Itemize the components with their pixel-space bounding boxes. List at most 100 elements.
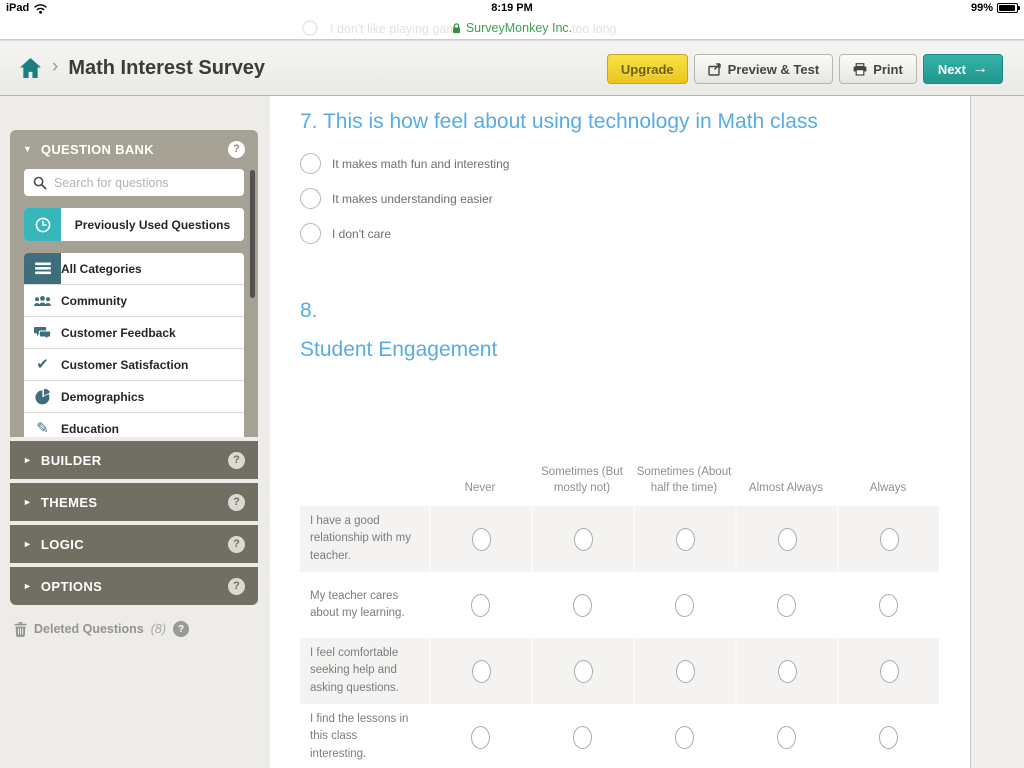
radio-button[interactable] [572, 725, 592, 749]
category-item-all-categories[interactable]: All Categories [24, 253, 244, 285]
radio-button[interactable] [470, 593, 490, 617]
chevron-icon: › [52, 55, 59, 77]
print-button-label: Print [873, 61, 903, 77]
radio-button[interactable] [300, 223, 321, 244]
screen: iPad 8:19 PM 99% I don't like playing ga… [0, 0, 1024, 768]
upgrade-button[interactable]: Upgrade [606, 54, 688, 84]
question-bank-panel: ▼ QUESTION BANK ? Search for questions P… [10, 130, 258, 437]
radio-button[interactable] [777, 527, 797, 551]
answer-option[interactable]: It makes math fun and interesting [300, 153, 509, 174]
question-8-title[interactable]: Student Engagement [300, 338, 497, 362]
upgrade-button-label: Upgrade [620, 61, 674, 77]
category-label: All Categories [61, 261, 142, 276]
sidebar-accordion: ► BUILDER ? ► THEMES ? ► LOGIC ? ► OPTIO… [10, 441, 258, 605]
section-builder[interactable]: ► BUILDER ? [10, 441, 258, 479]
radio-button[interactable] [674, 725, 694, 749]
matrix-column-header: Sometimes (About half the time) [636, 465, 732, 495]
address-bar[interactable]: SurveyMonkey Inc. [0, 21, 1024, 35]
question-bank-search [24, 169, 244, 196]
previously-used-questions-label: Previously Used Questions [74, 217, 231, 232]
previously-used-questions-item[interactable]: Previously Used Questions [24, 208, 244, 241]
section-label: THEMES [40, 494, 98, 510]
category-label: Customer Satisfaction [61, 357, 189, 372]
pencil-icon: ✎ [24, 413, 61, 437]
section-label: LOGIC [40, 536, 85, 552]
search-icon [33, 176, 47, 190]
radio-button[interactable] [471, 527, 491, 551]
pencil-glyph: ✎ [36, 420, 49, 437]
radio-button[interactable] [674, 593, 694, 617]
category-item-demographics[interactable]: Demographics [24, 381, 244, 413]
radio-button[interactable] [675, 527, 695, 551]
matrix-cell [429, 704, 531, 768]
help-icon[interactable]: ? [173, 621, 190, 637]
matrix-cell [837, 572, 939, 638]
question-8-number[interactable]: 8. [300, 299, 318, 323]
deleted-questions[interactable]: Deleted Questions (8) ? [10, 621, 258, 637]
printer-icon [853, 62, 867, 76]
radio-button[interactable] [470, 725, 490, 749]
matrix-cell [735, 638, 837, 704]
matrix-cell [633, 704, 735, 768]
speech-bubbles-icon [24, 317, 61, 348]
matrix-row: I find the lessons in this class interes… [300, 704, 939, 768]
help-icon[interactable]: ? [228, 140, 245, 158]
clock-label: 8:19 PM [491, 2, 533, 14]
search-input[interactable] [54, 175, 235, 190]
matrix-cell [837, 704, 939, 768]
help-icon[interactable]: ? [228, 535, 245, 553]
radio-button[interactable] [879, 659, 899, 683]
radio-button[interactable] [878, 725, 898, 749]
matrix-cell [531, 704, 633, 768]
radio-button[interactable] [776, 593, 796, 617]
category-item-customer-satisfaction[interactable]: ✔ Customer Satisfaction [24, 349, 244, 381]
radio-button[interactable] [573, 659, 593, 683]
help-icon[interactable]: ? [228, 493, 245, 511]
collapse-icon: ▼ [23, 143, 32, 154]
radio-button[interactable] [573, 527, 593, 551]
preview-test-button-label: Preview & Test [727, 61, 820, 77]
help-icon[interactable]: ? [228, 451, 245, 469]
radio-button[interactable] [572, 593, 592, 617]
category-item-customer-feedback[interactable]: Customer Feedback [24, 317, 244, 349]
section-options[interactable]: ► OPTIONS ? [10, 567, 258, 605]
radio-button[interactable] [777, 659, 797, 683]
matrix-row-label: My teacher cares about my learning. [310, 589, 405, 619]
preview-test-button[interactable]: Preview & Test [693, 54, 834, 84]
print-button[interactable]: Print [839, 54, 917, 84]
matrix-cell [735, 572, 837, 638]
expand-icon: ► [23, 496, 32, 507]
next-button[interactable]: Next → [922, 54, 1003, 84]
category-label: Education [61, 421, 120, 436]
home-icon[interactable] [19, 57, 42, 79]
lock-icon [452, 22, 460, 33]
checkmark-icon: ✔ [24, 349, 61, 380]
expand-icon: ► [23, 538, 32, 549]
matrix-row-label: I find the lessons in this class interes… [310, 713, 409, 760]
radio-button[interactable] [300, 188, 321, 209]
radio-button[interactable] [675, 659, 695, 683]
breadcrumb: › Math Interest Survey [19, 41, 265, 95]
section-themes[interactable]: ► THEMES ? [10, 483, 258, 521]
battery-fill [999, 5, 1015, 11]
question-bank-header[interactable]: ▼ QUESTION BANK ? [10, 130, 258, 168]
radio-button[interactable] [878, 593, 898, 617]
radio-button[interactable] [471, 659, 491, 683]
radio-button[interactable] [776, 725, 796, 749]
section-logic[interactable]: ► LOGIC ? [10, 525, 258, 563]
question-7-title[interactable]: 7. This is how feel about using technolo… [300, 110, 818, 134]
all-categories-icon [24, 253, 61, 284]
category-item-community[interactable]: Community [24, 285, 244, 317]
help-icon[interactable]: ? [228, 577, 245, 595]
matrix-row: I have a good relationship with my teach… [300, 506, 939, 572]
answer-option-label: I don't care [332, 226, 391, 241]
category-item-education[interactable]: ✎ Education [24, 413, 244, 437]
radio-button[interactable] [879, 527, 899, 551]
battery-icon [997, 3, 1020, 13]
sidebar-scrollbar-thumb[interactable] [250, 170, 255, 298]
answer-option[interactable]: It makes understanding easier [300, 188, 509, 209]
radio-button[interactable] [300, 153, 321, 174]
answer-option[interactable]: I don't care [300, 223, 509, 244]
matrix-cell [735, 704, 837, 768]
body-area: 7. This is how feel about using technolo… [0, 96, 1024, 768]
